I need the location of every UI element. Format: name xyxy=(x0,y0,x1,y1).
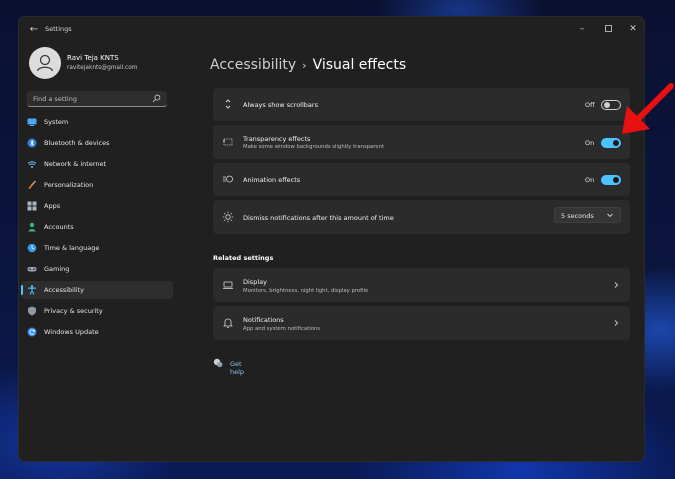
sidebar-item-network[interactable]: Network & internet xyxy=(21,155,173,173)
back-arrow-icon[interactable]: ← xyxy=(27,23,41,37)
toggle-state-label: On xyxy=(585,176,595,184)
chevron-right-icon xyxy=(614,320,619,326)
sidebar-item-accessibility[interactable]: Accessibility xyxy=(21,281,173,299)
help-chat-icon xyxy=(213,358,223,368)
setting-row-animation: Animation effects On xyxy=(213,163,630,196)
page-title: Visual effects xyxy=(312,57,407,73)
toggle-state-label: Off xyxy=(585,101,595,109)
sidebar-item-windows-update[interactable]: Windows Update xyxy=(21,323,173,341)
chevron-right-icon xyxy=(614,282,619,288)
bluetooth-icon xyxy=(27,138,37,148)
animation-toggle[interactable] xyxy=(601,175,621,185)
setting-title: Transparency effects xyxy=(243,135,311,143)
avatar[interactable] xyxy=(29,47,61,79)
title-bar: ← Settings – ✕ xyxy=(19,17,644,43)
setting-title: Always show scrollbars xyxy=(243,101,318,109)
person-icon xyxy=(28,222,36,232)
bell-icon xyxy=(223,318,233,328)
setting-subtitle: Make some window backgrounds slightly tr… xyxy=(243,144,385,150)
setting-row-transparency: Transparency effects Make some window ba… xyxy=(213,125,630,159)
sidebar-item-label: Accessibility xyxy=(44,286,84,294)
sidebar-item-privacy[interactable]: Privacy & security xyxy=(21,302,173,320)
search-icon[interactable] xyxy=(152,94,161,103)
setting-title: Animation effects xyxy=(243,176,301,184)
sidebar-item-label: Privacy & security xyxy=(44,307,103,315)
brightness-icon xyxy=(222,211,234,223)
search-input[interactable]: Find a setting xyxy=(33,95,77,103)
app-title: Settings xyxy=(45,25,72,33)
accessibility-icon xyxy=(28,285,36,295)
setting-subtitle: Monitors, brightness, night light, displ… xyxy=(243,288,369,294)
toggle-knob xyxy=(613,177,619,183)
setting-title: Notifications xyxy=(243,316,284,324)
setting-row-dismiss-notifications: Dismiss notifications after this amount … xyxy=(213,200,630,234)
refresh-icon xyxy=(27,327,37,337)
related-row-display[interactable]: Display Monitors, brightness, night ligh… xyxy=(213,268,630,302)
toggle-knob xyxy=(604,102,610,108)
transparency-toggle[interactable] xyxy=(601,138,621,148)
animation-icon xyxy=(223,175,233,183)
sidebar-item-system[interactable]: System xyxy=(21,113,173,131)
person-avatar-icon xyxy=(36,54,54,72)
sidebar-item-time-language[interactable]: Time & language xyxy=(21,239,173,257)
sidebar-item-label: Accounts xyxy=(44,223,74,231)
dismiss-time-dropdown[interactable]: 5 seconds xyxy=(554,207,621,223)
setting-title: Display xyxy=(243,278,267,286)
globe-clock-icon xyxy=(27,243,37,253)
setting-subtitle: App and system notifications xyxy=(243,326,321,332)
sidebar-item-label: System xyxy=(44,118,69,126)
wifi-icon xyxy=(27,161,37,168)
sidebar-item-label: Apps xyxy=(44,202,61,210)
sidebar-item-gaming[interactable]: Gaming xyxy=(21,260,173,278)
profile-name: Ravi Teja KNTS xyxy=(67,54,119,62)
annotation-arrow-icon xyxy=(622,83,674,134)
chevron-down-icon xyxy=(607,213,613,218)
gamepad-icon xyxy=(27,267,37,272)
apps-grid-icon xyxy=(27,201,37,211)
toggle-knob xyxy=(613,140,619,146)
transparency-icon xyxy=(223,138,233,146)
sidebar-item-personalization[interactable]: Personalization xyxy=(21,176,173,194)
brush-icon xyxy=(28,180,37,189)
get-help-label: Get help xyxy=(230,360,245,376)
breadcrumb-separator: › xyxy=(302,59,307,72)
laptop-icon xyxy=(223,281,233,289)
search-box[interactable]: Find a setting xyxy=(27,91,167,107)
sidebar-item-label: Bluetooth & devices xyxy=(44,139,110,147)
minimize-icon[interactable]: – xyxy=(575,22,589,36)
setting-title: Dismiss notifications after this amount … xyxy=(243,214,394,222)
sidebar-item-label: Personalization xyxy=(44,181,94,189)
related-row-notifications[interactable]: Notifications App and system notificatio… xyxy=(213,306,630,340)
breadcrumb-parent[interactable]: Accessibility xyxy=(210,57,296,73)
sidebar-item-label: Network & internet xyxy=(44,160,107,168)
sidebar-item-label: Gaming xyxy=(44,265,70,273)
close-icon[interactable]: ✕ xyxy=(626,22,640,36)
dropdown-value: 5 seconds xyxy=(561,212,594,220)
sidebar-item-accounts[interactable]: Accounts xyxy=(21,218,173,236)
sidebar-item-bluetooth[interactable]: Bluetooth & devices xyxy=(21,134,173,152)
setting-row-scrollbars: Always show scrollbars Off xyxy=(213,88,630,121)
monitor-icon xyxy=(27,118,37,126)
scrollbar-icon xyxy=(225,99,231,109)
sidebar-item-apps[interactable]: Apps xyxy=(21,197,173,215)
breadcrumb: Accessibility › Visual effects xyxy=(210,57,406,73)
sidebar-item-label: Time & language xyxy=(44,244,100,252)
sidebar-item-label: Windows Update xyxy=(44,328,99,336)
profile-email: ravitejaknts@gmail.com xyxy=(67,65,138,71)
section-title-related: Related settings xyxy=(213,254,274,262)
maximize-icon[interactable] xyxy=(601,22,615,36)
selection-indicator xyxy=(21,285,23,295)
settings-window: ← Settings – ✕ Ravi Teja KNTS ravitejakn… xyxy=(19,17,644,461)
toggle-state-label: On xyxy=(585,139,595,147)
shield-icon xyxy=(28,306,36,316)
